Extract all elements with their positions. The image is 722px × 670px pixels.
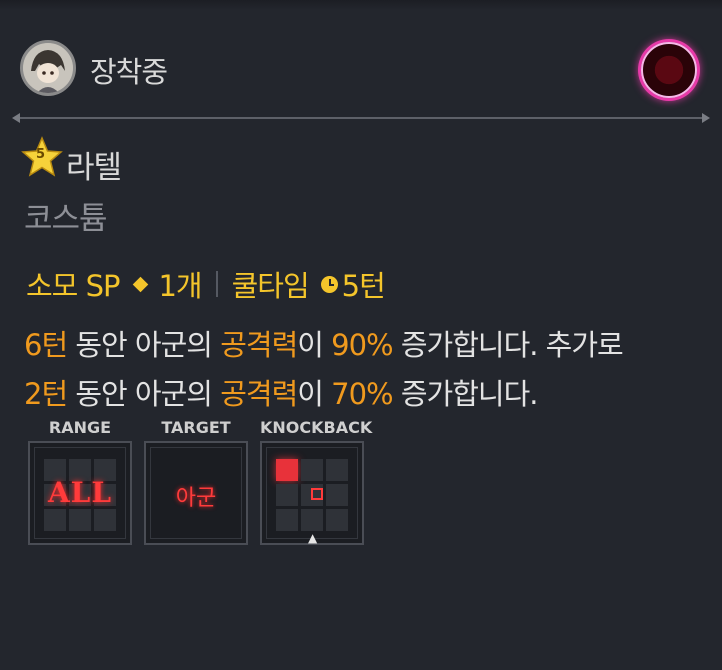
grid-cell: [94, 509, 116, 531]
divider: [16, 117, 706, 119]
cooldown-label: 쿨타임: [231, 269, 310, 303]
knockback-label: KNOCKBACK: [260, 418, 373, 437]
divider-right-cap: [702, 113, 710, 123]
grid-cell: [276, 509, 298, 531]
stat-value-1: 90%: [331, 328, 393, 362]
target-value: 아군: [175, 486, 217, 511]
range-label: RANGE: [48, 418, 112, 437]
description-line-2: 2턴 동안 아군의 공격력이 70% 증가합니다.: [24, 371, 539, 413]
desc-text: 증가합니다.: [392, 377, 539, 411]
stat-name: 공격력: [220, 377, 298, 411]
desc-text: 이: [297, 328, 332, 362]
grid-cell: [276, 484, 298, 506]
description-line-1: 6턴 동안 아군의 공격력이 90% 증가합니다. 추가로: [24, 322, 624, 364]
diamond-icon: [133, 276, 149, 292]
duration-2: 2턴: [24, 377, 68, 411]
target-label: TARGET: [161, 418, 231, 437]
range-box[interactable]: ALL: [28, 441, 132, 545]
cooldown-value: 5턴: [341, 269, 386, 303]
grid-cell: [326, 459, 348, 481]
duration-1: 6턴: [24, 328, 68, 362]
knockback-arrow-icon: [311, 488, 323, 500]
item-type: 코스튬: [24, 201, 108, 237]
red-gem-icon[interactable]: [641, 42, 697, 98]
clock-icon: [320, 275, 338, 293]
character-name: 라텔: [66, 150, 122, 186]
separator: [215, 271, 218, 297]
star-level: 5: [36, 147, 46, 162]
grid-cell: [69, 509, 91, 531]
top-shade: [0, 0, 722, 10]
grid-cell: [44, 509, 66, 531]
stat-value-2: 70%: [331, 377, 393, 411]
grid-cell: [326, 509, 348, 531]
desc-text: 증가합니다. 추가로: [392, 328, 624, 362]
sp-value: 1개: [158, 269, 202, 303]
stat-name: 공격력: [220, 328, 298, 362]
desc-text: 이: [297, 377, 332, 411]
character-portrait-icon[interactable]: [20, 40, 76, 96]
desc-text: 동안 아군의: [67, 377, 221, 411]
desc-text: 동안 아군의: [67, 328, 221, 362]
grid-cell: [326, 484, 348, 506]
grid-cell: [301, 459, 323, 481]
caret-up-icon[interactable]: ▲: [308, 531, 317, 545]
grid-cell: [301, 509, 323, 531]
knockback-box[interactable]: ▲: [260, 441, 364, 545]
grid-cell-active: [276, 459, 298, 481]
divider-left-cap: [12, 113, 20, 123]
equipped-label: 장착중: [90, 55, 168, 89]
target-box[interactable]: 아군: [144, 441, 248, 545]
sp-label: 소모 SP: [26, 269, 120, 303]
cost-line: 소모 SP 1개 쿨타임 5턴: [26, 263, 386, 305]
range-value: ALL: [47, 476, 113, 509]
